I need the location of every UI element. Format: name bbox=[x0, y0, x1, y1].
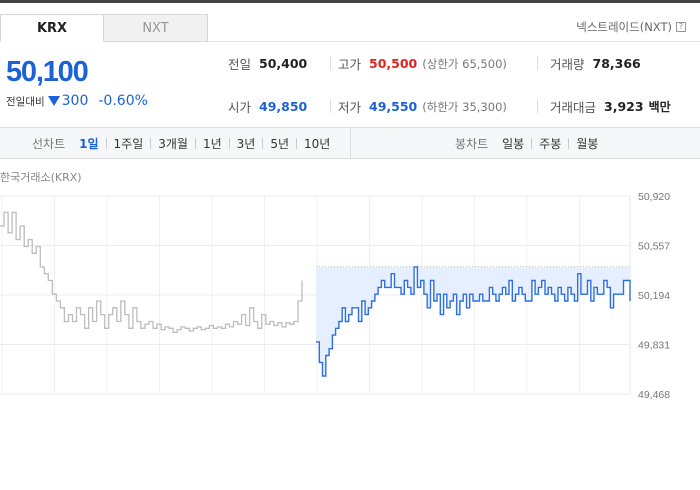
change-percent: -0.60% bbox=[98, 93, 148, 109]
divider bbox=[150, 137, 152, 149]
candle-daily[interactable]: 일봉 bbox=[502, 135, 524, 152]
market-tabs: KRX NXT bbox=[0, 14, 208, 42]
divider bbox=[537, 56, 538, 70]
divider bbox=[262, 137, 264, 149]
low-value: 49,550 bbox=[369, 99, 418, 114]
candle-chart-label: 봉차트 bbox=[455, 136, 489, 151]
divider bbox=[330, 56, 331, 70]
y-tick-label: 50,194 bbox=[638, 290, 670, 302]
info-trade-value: 거래대금 3,923 백만 bbox=[550, 97, 671, 116]
trade-value-label: 거래대금 bbox=[550, 100, 597, 115]
period-10y[interactable]: 10년 bbox=[304, 135, 330, 152]
info-high: 고가 50,500 (상한가 65,500) bbox=[338, 54, 507, 73]
toolbar-divider bbox=[350, 128, 351, 158]
open-label: 시가 bbox=[228, 100, 252, 115]
period-1w[interactable]: 1주일 bbox=[114, 135, 144, 152]
line-chart-periods: 선차트 1일 1주일 3개월 1년 3년 5년 10년 bbox=[32, 128, 330, 158]
high-value: 50,500 bbox=[369, 56, 418, 71]
info-low: 저가 49,550 (하한가 35,300) bbox=[338, 97, 507, 116]
nxt-link-label: 넥스트레이드(NXT) bbox=[576, 20, 672, 34]
tab-divider bbox=[208, 41, 700, 42]
y-tick-label: 49,468 bbox=[638, 389, 670, 400]
line-chart-label: 선차트 bbox=[32, 136, 66, 151]
price-change: 전일대비 300 -0.60% bbox=[6, 93, 148, 109]
info-volume: 거래량 78,366 bbox=[550, 54, 641, 73]
current-session-fill bbox=[316, 266, 630, 376]
y-tick-label: 50,557 bbox=[638, 241, 670, 253]
prev-close-label: 전일 bbox=[228, 57, 252, 72]
divider bbox=[194, 137, 196, 149]
low-label: 저가 bbox=[338, 100, 362, 115]
y-tick-label: 50,920 bbox=[638, 191, 670, 203]
top-border bbox=[0, 0, 700, 3]
period-1d[interactable]: 1일 bbox=[79, 135, 98, 152]
tab-nxt[interactable]: NXT bbox=[104, 14, 208, 42]
candle-chart-periods: 봉차트 일봉 주봉 월봉 bbox=[455, 128, 598, 158]
change-amount: 300 bbox=[61, 93, 89, 109]
divider bbox=[531, 137, 533, 149]
divider bbox=[105, 137, 107, 149]
divider bbox=[568, 137, 570, 149]
lower-limit: (하한가 35,300) bbox=[422, 99, 507, 114]
trade-value-unit: 백만 bbox=[648, 100, 671, 114]
trade-value-value: 3,923 bbox=[604, 99, 644, 114]
open-value: 49,850 bbox=[259, 99, 308, 114]
down-triangle-icon bbox=[47, 96, 60, 106]
period-3y[interactable]: 3년 bbox=[237, 135, 256, 152]
y-tick-label: 49,831 bbox=[638, 340, 670, 352]
period-1y[interactable]: 1년 bbox=[203, 135, 222, 152]
info-prev-close: 전일 50,400 bbox=[228, 54, 307, 73]
upper-limit: (상한가 65,500) bbox=[422, 56, 507, 71]
divider bbox=[537, 99, 538, 113]
candle-monthly[interactable]: 월봉 bbox=[576, 135, 598, 152]
prev-close-value: 50,400 bbox=[259, 56, 308, 71]
chart-toolbar: 선차트 1일 1주일 3개월 1년 3년 5년 10년 봉차트 일봉 주봉 월봉 bbox=[0, 127, 700, 159]
volume-value: 78,366 bbox=[592, 56, 641, 71]
change-label: 전일대비 bbox=[6, 95, 45, 108]
divider bbox=[330, 99, 331, 113]
current-price: 50,100 bbox=[6, 56, 89, 88]
volume-label: 거래량 bbox=[550, 57, 585, 72]
candle-weekly[interactable]: 주봉 bbox=[539, 135, 561, 152]
high-label: 고가 bbox=[338, 57, 362, 72]
help-icon[interactable]: ? bbox=[676, 22, 686, 32]
period-3m[interactable]: 3개월 bbox=[158, 135, 188, 152]
period-5y[interactable]: 5년 bbox=[270, 135, 289, 152]
divider bbox=[296, 137, 298, 149]
prev-session-line bbox=[0, 211, 303, 334]
info-open: 시가 49,850 bbox=[228, 97, 307, 116]
price-chart[interactable]: 50,920 50,557 50,194 49,831 49,468 bbox=[0, 190, 700, 400]
nxt-info-link[interactable]: 넥스트레이드(NXT) ? bbox=[576, 19, 686, 35]
chart-title: 한국거래소(KRX) bbox=[0, 171, 82, 184]
divider bbox=[228, 137, 230, 149]
tab-krx[interactable]: KRX bbox=[0, 14, 104, 42]
